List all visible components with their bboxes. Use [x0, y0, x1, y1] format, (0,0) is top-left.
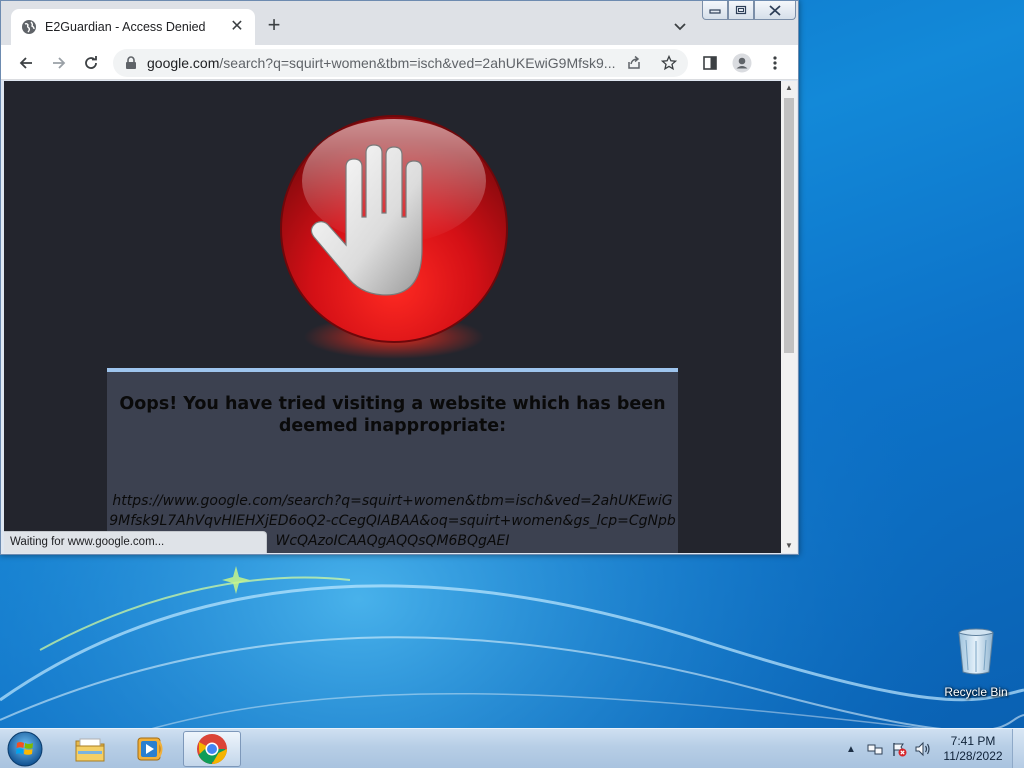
lock-icon[interactable]	[125, 56, 137, 70]
show-desktop-button[interactable]	[1012, 729, 1024, 768]
media-player-icon	[137, 737, 163, 761]
tab-title: E2Guardian - Access Denied	[45, 20, 206, 34]
kebab-menu-icon	[773, 56, 777, 70]
access-denied-panel: Oops! You have tried visiting a website …	[107, 368, 678, 553]
recycle-bin-label: Recycle Bin	[944, 685, 1008, 699]
share-icon[interactable]	[626, 55, 642, 71]
minimize-icon	[709, 9, 721, 14]
clock-time: 7:41 PM	[950, 734, 996, 748]
folder-icon	[75, 738, 105, 762]
taskbar-clock[interactable]: 7:41 PM 11/28/2022	[938, 734, 1008, 764]
reload-icon	[85, 56, 97, 69]
close-x-icon	[769, 4, 781, 16]
browser-window: E2Guardian - Access Denied ✕ + google.co…	[0, 0, 799, 555]
forward-button[interactable]	[48, 52, 70, 74]
start-button[interactable]	[5, 730, 45, 768]
recycle-bin-icon	[958, 628, 994, 675]
scroll-thumb[interactable]	[784, 98, 794, 353]
globe-icon	[22, 20, 36, 34]
url-host: google.com	[147, 55, 220, 71]
tab-strip: E2Guardian - Access Denied ✕ +	[1, 1, 798, 45]
reload-button[interactable]	[80, 52, 102, 74]
forward-arrow-icon	[53, 57, 66, 69]
new-tab-button[interactable]: +	[263, 14, 285, 37]
recycle-bin[interactable]: Recycle Bin	[940, 628, 1012, 699]
menu-button[interactable]	[764, 52, 786, 74]
show-hidden-icons-icon[interactable]: ▲	[842, 740, 860, 758]
restore-icon	[735, 5, 747, 15]
profile-button[interactable]	[731, 52, 753, 74]
address-bar[interactable]: google.com/search?q=squirt+women&tbm=isc…	[113, 49, 688, 77]
page-viewport: Oops! You have tried visiting a website …	[4, 81, 781, 553]
tab-active[interactable]: E2Guardian - Access Denied ✕	[11, 9, 255, 45]
url-text[interactable]: google.com/search?q=squirt+women&tbm=isc…	[147, 55, 617, 71]
minimize-button[interactable]	[702, 1, 728, 20]
chevron-down-icon[interactable]	[671, 17, 689, 35]
url-path: /search?q=squirt+women&tbm=isch&ved=2ahU…	[219, 55, 616, 71]
scroll-up-icon[interactable]: ▲	[781, 81, 797, 95]
stop-hand-icon	[280, 115, 508, 359]
chrome-icon	[197, 734, 227, 764]
close-icon[interactable]: ✕	[229, 19, 245, 35]
back-arrow-icon	[19, 57, 32, 69]
window-close-button[interactable]	[754, 1, 796, 20]
browser-toolbar: google.com/search?q=squirt+women&tbm=isc…	[1, 45, 798, 80]
volume-icon[interactable]	[914, 740, 932, 758]
taskbar-explorer-button[interactable]	[61, 731, 119, 767]
clock-date: 11/28/2022	[943, 749, 1003, 763]
side-panel-button[interactable]	[699, 52, 721, 74]
back-button[interactable]	[15, 52, 37, 74]
page-scrollbar[interactable]: ▲ ▼	[781, 81, 797, 553]
side-panel-icon	[703, 56, 717, 70]
network-icon[interactable]	[866, 740, 884, 758]
profile-avatar-icon	[732, 53, 752, 73]
star-icon[interactable]	[661, 55, 677, 71]
system-tray: ▲	[842, 729, 942, 768]
action-center-flag-icon[interactable]	[890, 740, 908, 758]
status-bubble: Waiting for www.google.com...	[4, 531, 267, 553]
scroll-down-icon[interactable]: ▼	[781, 539, 797, 553]
taskbar: ▲ 7:41 PM 11/28/2022	[0, 728, 1024, 768]
taskbar-chrome-button[interactable]	[183, 731, 241, 767]
maximize-button[interactable]	[728, 1, 754, 20]
taskbar-media-player-button[interactable]	[121, 731, 179, 767]
denied-heading: Oops! You have tried visiting a website …	[119, 394, 666, 436]
